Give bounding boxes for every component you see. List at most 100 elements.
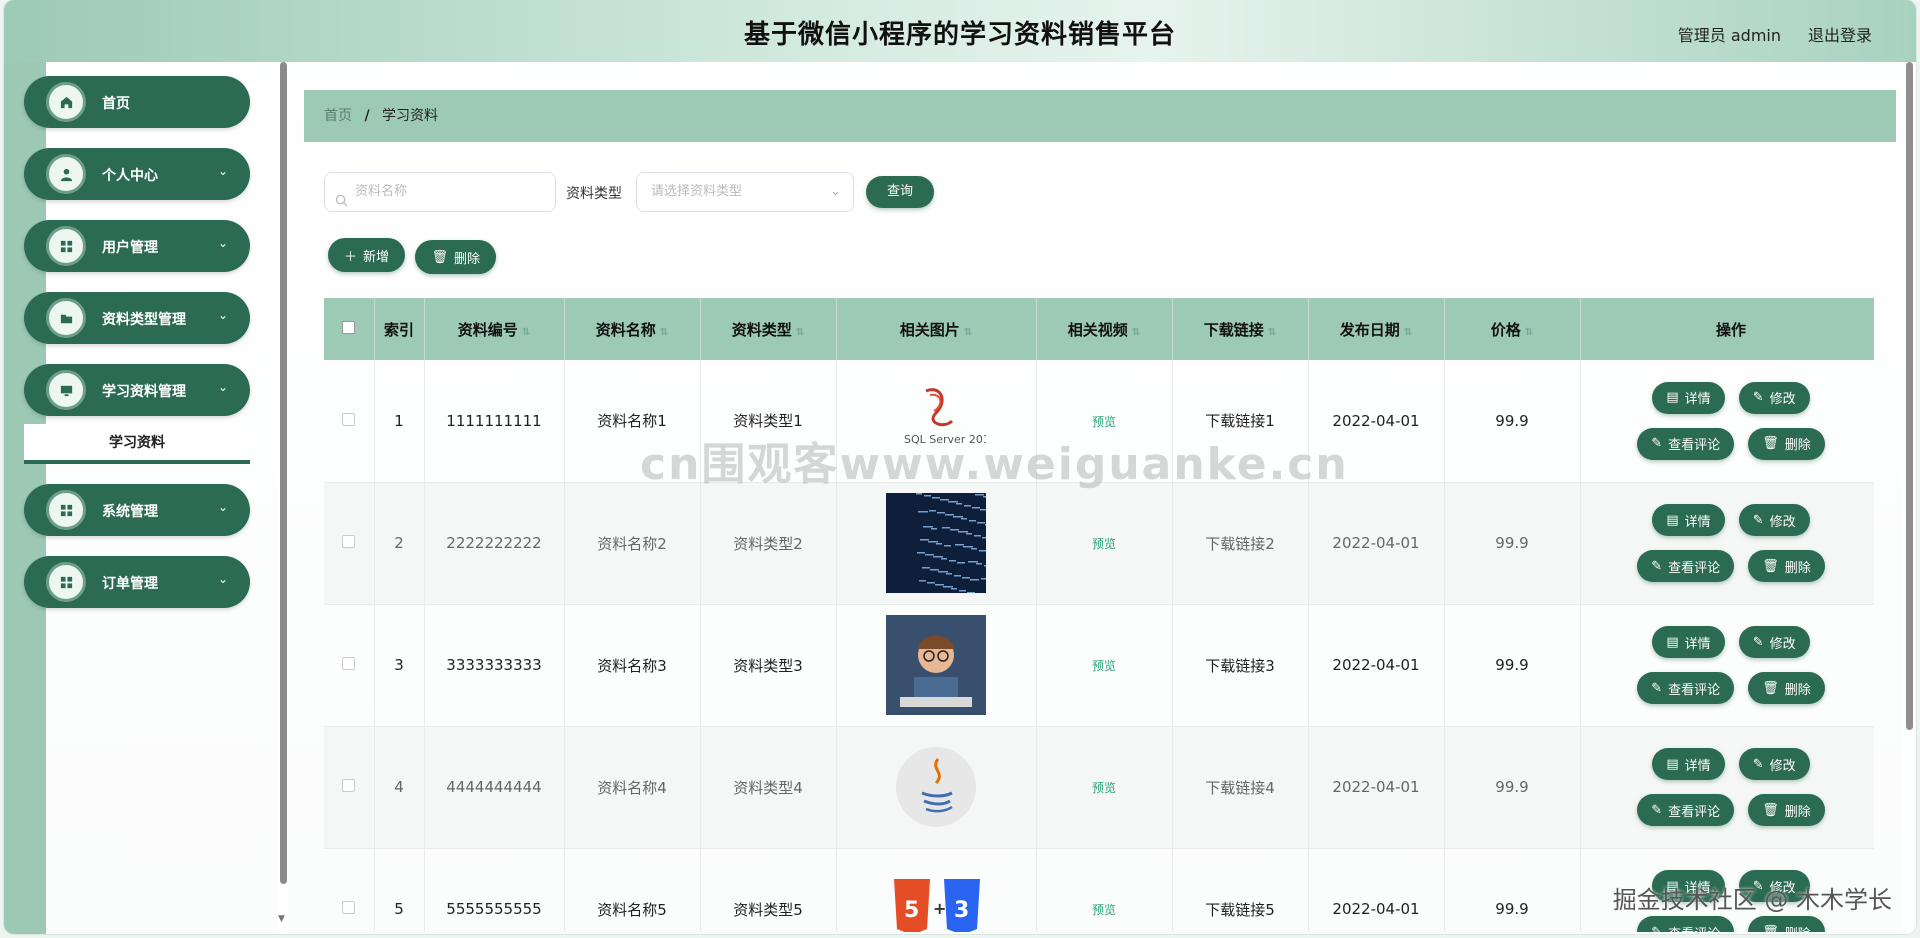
table-row: 11111111111资料名称1资料类型1SQL Server 2012预览下载…	[324, 360, 1874, 483]
edit-button[interactable]: ✎ 修改	[1738, 381, 1810, 414]
detail-button[interactable]: ▤ 详情	[1652, 626, 1725, 658]
row-delete-button-label: 删除	[1784, 560, 1811, 576]
java-logo[interactable]	[837, 737, 1036, 837]
row-delete-button[interactable]: 🗑 删除	[1748, 794, 1825, 826]
sort-icon[interactable]: ⇅	[660, 327, 668, 338]
cell-code: 2222222222	[424, 482, 565, 605]
column-header-type[interactable]: 资料类型 ⇅	[700, 298, 837, 360]
cell-image[interactable]	[836, 604, 1037, 727]
edit-button[interactable]: ✎ 修改	[1738, 504, 1810, 536]
cell-image[interactable]: SQL Server 2012	[836, 360, 1037, 483]
page-scrollbar-thumb[interactable]	[1906, 62, 1913, 730]
detail-button[interactable]: ▤ 详情	[1652, 748, 1725, 780]
sort-icon[interactable]: ⇅	[1132, 327, 1140, 338]
row-checkbox[interactable]	[342, 412, 356, 426]
row-delete-button[interactable]: 🗑 删除	[1748, 916, 1825, 932]
query-button[interactable]: 查询	[866, 176, 934, 208]
sort-icon[interactable]: ⇅	[1525, 327, 1533, 338]
sort-icon[interactable]: ⇅	[964, 327, 972, 338]
edit-button[interactable]: ✎ 修改	[1738, 748, 1810, 780]
sort-icon[interactable]: ⇅	[1404, 327, 1412, 338]
material-name-search-input[interactable]: 资料名称	[324, 172, 556, 212]
add-button[interactable]: ＋ 新增	[328, 238, 406, 272]
pencil-icon: ✎	[1752, 512, 1764, 528]
row-select-cell[interactable]	[324, 604, 375, 727]
video-preview-link[interactable]: 预览	[1092, 903, 1116, 917]
sidebar-item-users[interactable]: 用户管理 ⌄	[24, 220, 250, 272]
kid-at-keyboard-image[interactable]	[837, 615, 1036, 715]
row-select-cell[interactable]	[324, 726, 375, 849]
sidebar-item-home[interactable]: 首页	[24, 76, 250, 128]
sort-icon[interactable]: ⇅	[522, 327, 530, 338]
scroll-down-arrow-icon[interactable]: ▼	[278, 914, 285, 924]
row-delete-button[interactable]: 🗑 删除	[1748, 672, 1825, 704]
edit-button[interactable]: ✎ 修改	[1738, 870, 1810, 902]
column-header-video[interactable]: 相关视频 ⇅	[1036, 298, 1173, 360]
sidebar-item-system[interactable]: 系统管理 ⌄	[24, 484, 250, 536]
sql-server-logo[interactable]: SQL Server 2012	[837, 371, 1036, 471]
breadcrumb-home-link[interactable]: 首页	[324, 108, 352, 124]
sort-icon[interactable]: ⇅	[796, 327, 804, 338]
sidebar-scrollbar[interactable]: ▼	[278, 62, 288, 934]
row-select-cell[interactable]	[324, 848, 375, 932]
detail-button[interactable]: ▤ 详情	[1652, 870, 1725, 902]
delete-button-label: 删除	[454, 251, 481, 267]
view-comments-button[interactable]: ✎ 查看评论	[1637, 672, 1735, 704]
cell-image[interactable]	[836, 726, 1037, 849]
row-select-cell[interactable]	[324, 482, 375, 605]
column-header-name[interactable]: 资料名称 ⇅	[564, 298, 701, 360]
column-header-image[interactable]: 相关图片 ⇅	[836, 298, 1037, 360]
cell-type: 资料类型3	[700, 604, 837, 727]
detail-button[interactable]: ▤ 详情	[1652, 504, 1725, 536]
view-comments-button[interactable]: ✎ 查看评论	[1637, 427, 1735, 460]
sidebar-subitem-materials[interactable]: 学习资料	[24, 424, 250, 464]
cell-image[interactable]	[836, 482, 1037, 605]
pencil-icon: ✎	[1752, 878, 1764, 894]
cell-price: 99.9	[1444, 604, 1581, 727]
html5-css3-logo[interactable]: 5 +3	[837, 859, 1036, 932]
sidebar-item-orders[interactable]: 订单管理 ⌄	[24, 556, 250, 608]
logout-link[interactable]: 退出登录	[1808, 22, 1872, 46]
document-icon: ▤	[1666, 756, 1679, 772]
material-type-select[interactable]: 请选择资料类型 ⌄	[636, 172, 854, 212]
cell-price: 99.9	[1444, 482, 1581, 605]
video-preview-link[interactable]: 预览	[1092, 415, 1116, 429]
row-delete-button-label: 删除	[1784, 804, 1811, 820]
cell-actions: ▤ 详情 ✎ 修改 ✎ 查看评论 🗑 删除	[1580, 482, 1874, 605]
sidebar-item-materials[interactable]: 学习资料管理 ⌄	[24, 364, 250, 416]
select-all-header[interactable]	[324, 298, 375, 360]
cell-index: 3	[374, 604, 425, 727]
row-checkbox[interactable]	[342, 657, 356, 670]
detail-button[interactable]: ▤ 详情	[1652, 381, 1725, 414]
column-header-date[interactable]: 发布日期 ⇅	[1308, 298, 1445, 360]
video-preview-link[interactable]: 预览	[1092, 537, 1116, 551]
row-delete-button[interactable]: 🗑 删除	[1748, 427, 1825, 460]
view-comments-button[interactable]: ✎ 查看评论	[1637, 550, 1735, 582]
column-header-price[interactable]: 价格 ⇅	[1444, 298, 1581, 360]
grid-icon	[46, 562, 86, 602]
view-comments-button[interactable]: ✎ 查看评论	[1637, 794, 1735, 826]
row-select-cell[interactable]	[324, 360, 375, 483]
column-header-code[interactable]: 资料编号 ⇅	[424, 298, 565, 360]
row-checkbox[interactable]	[342, 779, 356, 792]
video-preview-link[interactable]: 预览	[1092, 781, 1116, 795]
row-delete-button[interactable]: 🗑 删除	[1748, 550, 1825, 582]
cell-image[interactable]: 5 +3	[836, 848, 1037, 932]
view-comments-button[interactable]: ✎ 查看评论	[1637, 916, 1735, 932]
code-stream-image[interactable]	[837, 493, 1036, 593]
sidebar-item-material-types[interactable]: 资料类型管理 ⌄	[24, 292, 250, 344]
cell-actions: ▤ 详情 ✎ 修改 ✎ 查看评论 🗑 删除	[1580, 726, 1874, 849]
page-scrollbar[interactable]	[1902, 62, 1916, 934]
cell-actions: ▤ 详情 ✎ 修改 ✎ 查看评论 🗑 删除	[1580, 848, 1874, 932]
row-checkbox[interactable]	[342, 901, 356, 914]
document-icon: ▤	[1666, 512, 1679, 528]
sidebar-item-profile[interactable]: 个人中心 ⌄	[24, 148, 250, 200]
sort-icon[interactable]: ⇅	[1268, 327, 1276, 338]
sidebar-scrollbar-thumb[interactable]	[280, 62, 287, 884]
edit-button[interactable]: ✎ 修改	[1738, 626, 1810, 658]
batch-delete-button[interactable]: 🗑 删除	[415, 240, 497, 274]
row-checkbox[interactable]	[342, 535, 356, 548]
video-preview-link[interactable]: 预览	[1092, 659, 1116, 673]
select-all-checkbox[interactable]	[342, 321, 356, 334]
column-header-link[interactable]: 下载链接 ⇅	[1172, 298, 1309, 360]
